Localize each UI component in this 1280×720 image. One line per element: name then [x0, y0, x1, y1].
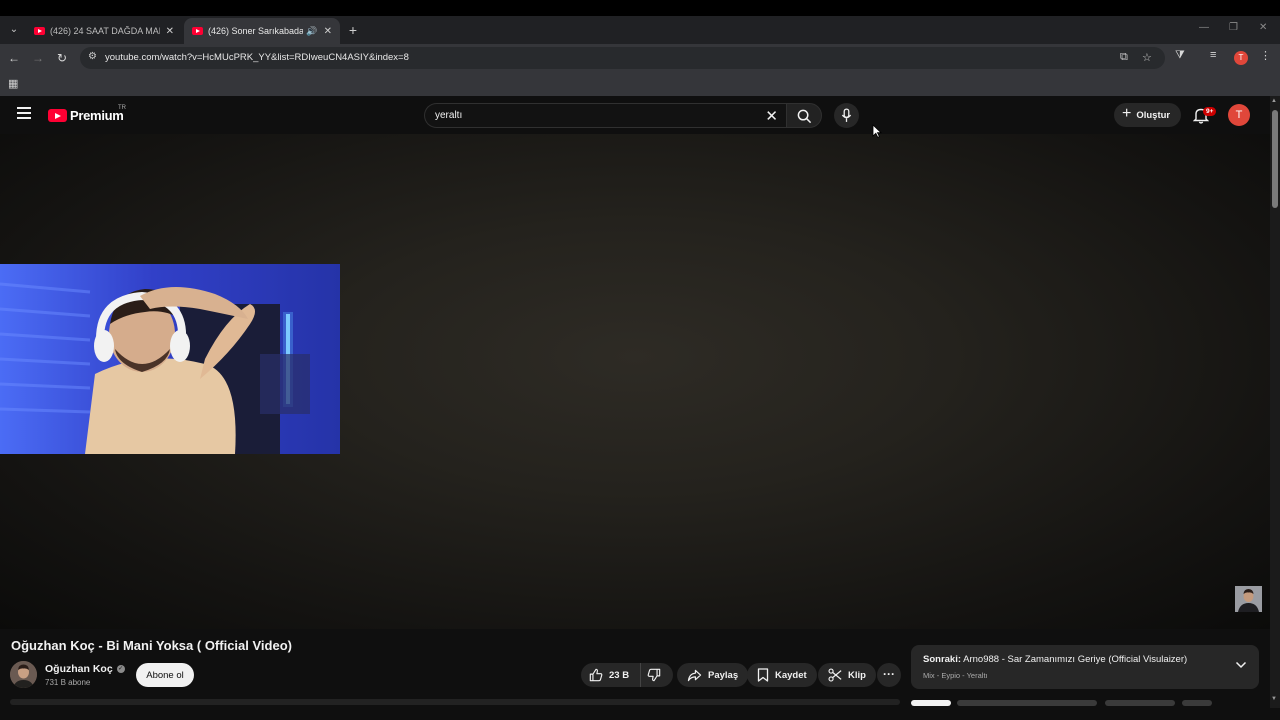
browser-menu-icon[interactable]: ⋮ [1260, 49, 1271, 62]
region-code: TR [118, 105, 126, 111]
bookmark-icon [757, 668, 769, 682]
save-label: Kaydet [775, 669, 807, 681]
browser-toolbar: ← → ↻ ⚙ youtube.com/watch?v=HcMUcPRK_YY&… [0, 44, 1280, 72]
search-icon [797, 109, 812, 124]
tab-title: (426) 24 SAAT DAĞDA MAHSUR [50, 26, 160, 36]
subscriber-count: 731 B abone [45, 678, 91, 687]
channel-name[interactable]: Oğuzhan Koç ✓ [45, 663, 125, 675]
chip-4[interactable] [1182, 700, 1212, 706]
more-actions-icon[interactable]: ··· [877, 663, 901, 687]
logo-text: Premium [70, 108, 124, 123]
clip-button[interactable]: Klip [818, 663, 876, 687]
page-scrollbar[interactable]: ▲ ▼ [1270, 96, 1280, 708]
thumbs-down-icon [647, 668, 661, 682]
search-query-text[interactable]: yeraltı [435, 110, 462, 121]
up-next-video-title: Arno988 - Sar Zamanımızı Geriye (Officia… [963, 654, 1188, 665]
verified-check-icon: ✓ [116, 665, 125, 673]
up-next-playlist: Mix - Eypio - Yeraltı [923, 671, 988, 680]
minimize-window-icon[interactable]: — [1199, 22, 1209, 33]
close-tab-icon[interactable]: ✕ [166, 26, 174, 37]
thumbs-up-icon [589, 668, 603, 682]
browser-tab-2[interactable]: (426) Soner Sarıkabadayı - S 🔊 ✕ [184, 18, 340, 44]
bookmark-star-icon[interactable]: ☆ [1142, 51, 1152, 64]
watermark-person-image [1235, 586, 1262, 612]
address-bar[interactable]: ⚙ youtube.com/watch?v=HcMUcPRK_YY&list=R… [80, 47, 1165, 69]
voice-search-button[interactable] [834, 103, 859, 128]
youtube-favicon-icon [34, 27, 45, 35]
reload-icon[interactable]: ↻ [53, 49, 71, 67]
search-button[interactable] [786, 103, 822, 128]
channel-watermark-thumbnail[interactable] [1235, 586, 1262, 612]
scroll-down-icon[interactable]: ▼ [1271, 696, 1277, 702]
install-app-icon[interactable]: ⧉ [1120, 51, 1128, 64]
apps-grid-icon[interactable]: ▦ [8, 77, 18, 90]
chip-all[interactable] [911, 700, 951, 706]
scroll-up-icon[interactable]: ▲ [1271, 98, 1277, 104]
forward-icon[interactable]: → [29, 49, 47, 67]
new-tab-button[interactable]: + [344, 21, 362, 39]
menu-hamburger-icon[interactable] [17, 107, 31, 119]
bookmarks-bar: ▦ [0, 72, 1280, 96]
like-count: 23 B [609, 669, 630, 681]
chip-3[interactable] [1105, 700, 1175, 706]
scrollbar-thumb[interactable] [1272, 110, 1278, 208]
chevron-down-icon[interactable] [1235, 660, 1247, 670]
share-arrow-icon [687, 669, 702, 681]
close-tab-icon[interactable]: ✕ [324, 26, 332, 37]
like-dislike-group: 23 B [581, 663, 673, 687]
share-button[interactable]: Paylaş [677, 663, 749, 687]
audio-playing-icon[interactable]: 🔊 [306, 26, 317, 37]
up-next-title: Sonraki: Arno988 - Sar Zamanımızı Geriye… [923, 654, 1187, 665]
clip-label: Klip [848, 669, 866, 681]
channel-avatar[interactable] [10, 661, 37, 688]
microphone-icon [841, 108, 852, 122]
like-button[interactable]: 23 B [581, 663, 641, 687]
video-title: Oğuzhan Koç - Bi Mani Yoksa ( Official V… [11, 638, 292, 653]
back-icon[interactable]: ← [5, 49, 23, 67]
create-button[interactable]: + Oluştur [1114, 103, 1181, 127]
browser-tab-bar: ⌄ (426) 24 SAAT DAĞDA MAHSUR ✕ (426) Son… [0, 16, 1280, 44]
webcam-overlay [0, 264, 340, 454]
share-label: Paylaş [708, 669, 739, 681]
tab-title: (426) Soner Sarıkabadayı - S [208, 26, 304, 36]
up-next-card[interactable]: Sonraki: Arno988 - Sar Zamanımızı Geriye… [911, 645, 1259, 689]
restore-window-icon[interactable]: ❐ [1229, 22, 1238, 33]
chip-2[interactable] [957, 700, 1097, 706]
media-control-icon[interactable]: ≡ [1210, 49, 1216, 61]
up-next-prefix: Sonraki: [923, 654, 962, 665]
account-avatar[interactable]: T [1228, 104, 1250, 126]
close-window-icon[interactable]: ✕ [1259, 22, 1267, 33]
webcam-person-image [0, 264, 340, 454]
browser-tab-1[interactable]: (426) 24 SAAT DAĞDA MAHSUR ✕ [26, 18, 182, 44]
clear-search-icon[interactable]: ✕ [765, 107, 778, 125]
tab-search-chevron-icon[interactable]: ⌄ [5, 21, 23, 39]
url-text[interactable]: youtube.com/watch?v=HcMUcPRK_YY&list=RDI… [105, 52, 409, 63]
create-label: Oluştur [1136, 109, 1171, 121]
notification-count-badge: 9+ [1203, 107, 1217, 116]
dislike-button[interactable] [641, 663, 673, 687]
plus-icon: + [1122, 105, 1132, 122]
description-box-edge [10, 699, 900, 705]
browser-profile-avatar[interactable]: T [1234, 51, 1248, 65]
save-button[interactable]: Kaydet [747, 663, 817, 687]
youtube-favicon-icon [192, 27, 203, 35]
mouse-cursor-icon [872, 124, 882, 138]
screen-top-strip [0, 0, 1280, 16]
subscribe-button[interactable]: Abone ol [136, 663, 194, 687]
youtube-header: Premium TR yeraltı ✕ + Oluştur T [0, 96, 1270, 134]
channel-avatar-image [10, 661, 37, 688]
youtube-play-icon [48, 109, 67, 122]
scissors-icon [828, 668, 842, 682]
youtube-premium-logo[interactable]: Premium [48, 108, 124, 123]
search-input[interactable]: yeraltı ✕ [424, 103, 786, 128]
extensions-icon[interactable]: ⧩ [1175, 49, 1185, 62]
channel-name-text[interactable]: Oğuzhan Koç [45, 663, 113, 675]
site-info-icon[interactable]: ⚙ [88, 51, 97, 62]
